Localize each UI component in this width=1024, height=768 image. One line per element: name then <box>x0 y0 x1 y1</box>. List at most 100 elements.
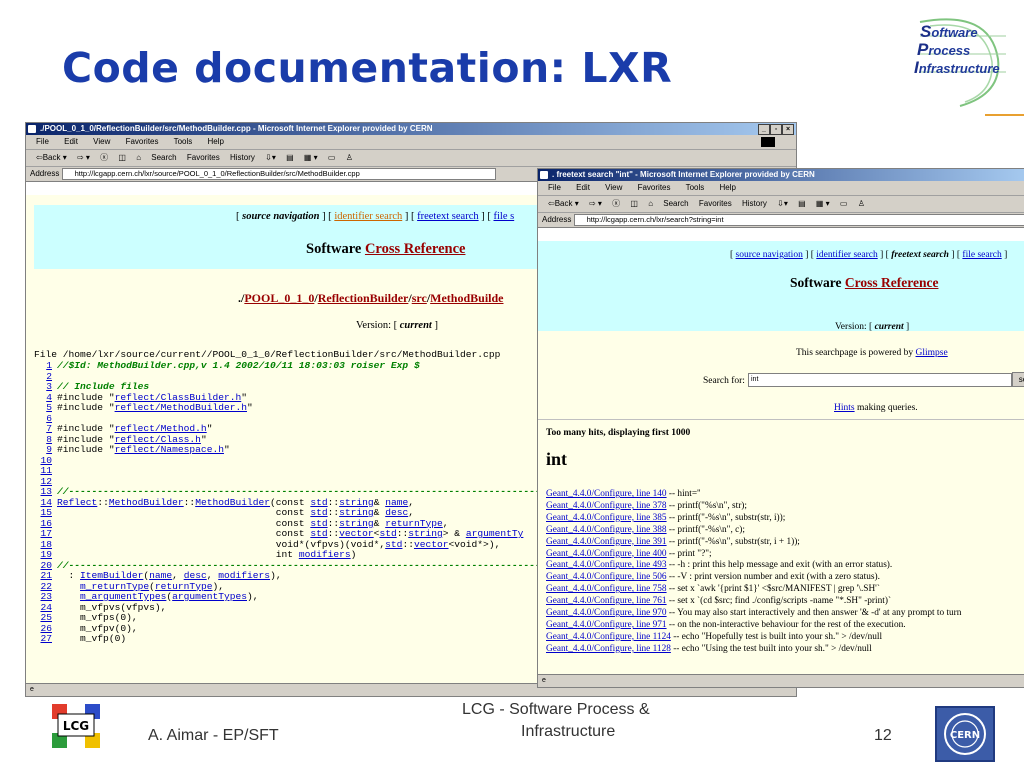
search-button[interactable]: Search <box>151 153 176 162</box>
nav-freetext-search[interactable]: freetext search <box>417 211 479 222</box>
search-result-link[interactable]: Geant_4.4.0/Configure, line 761 <box>546 596 667 606</box>
forward-button[interactable]: ⇨ ▾ <box>77 153 90 162</box>
messenger-icon[interactable]: ♙ <box>346 153 353 162</box>
identifier-link[interactable]: reflect/MethodBuilder.h <box>115 402 247 413</box>
menu-file[interactable]: File <box>36 137 49 146</box>
menu-favorites[interactable]: Favorites <box>126 137 159 146</box>
stop-icon[interactable]: ⓧ <box>612 199 620 208</box>
cross-reference-link[interactable]: Cross Reference <box>365 241 466 257</box>
line-number-link[interactable]: 11 <box>32 465 52 477</box>
edit-icon[interactable]: ▦ ▾ <box>304 153 318 162</box>
menu-tools[interactable]: Tools <box>174 137 193 146</box>
search-result-link[interactable]: Geant_4.4.0/Configure, line 385 <box>546 513 667 523</box>
mail-icon[interactable]: ⇩▾ <box>265 153 276 162</box>
line-number-link[interactable]: 5 <box>32 402 52 414</box>
identifier-link[interactable]: desc <box>184 570 207 581</box>
line-number-link[interactable]: 25 <box>32 612 52 624</box>
line-number-link[interactable]: 19 <box>32 549 52 561</box>
menu-edit[interactable]: Edit <box>64 137 78 146</box>
path-reflectionbuilder[interactable]: ReflectionBuilder <box>318 291 409 305</box>
messenger-icon[interactable]: ♙ <box>858 199 865 208</box>
identifier-link[interactable]: modifiers <box>299 549 351 560</box>
favorites-button[interactable]: Favorites <box>187 153 220 162</box>
window-titlebar[interactable]: . freetext search "int" - Microsoft Inte… <box>538 169 1024 181</box>
window-titlebar[interactable]: ./POOL_0_1_0/ReflectionBuilder/src/Metho… <box>26 123 796 135</box>
close-button[interactable]: × <box>782 124 794 135</box>
refresh-icon[interactable]: ◫ <box>630 199 638 208</box>
discuss-icon[interactable]: ▭ <box>840 199 848 208</box>
browser-window-search[interactable]: . freetext search "int" - Microsoft Inte… <box>537 168 1024 688</box>
print-icon[interactable]: ▤ <box>286 153 294 162</box>
identifier-link[interactable]: m_argumentTypes <box>80 591 166 602</box>
line-number-link[interactable]: 9 <box>32 444 52 456</box>
search-result-link[interactable]: Geant_4.4.0/Configure, line 506 <box>546 572 667 582</box>
maximize-button[interactable]: ▫ <box>770 124 782 135</box>
identifier-link[interactable]: name <box>149 570 172 581</box>
nav-identifier-search[interactable]: identifier search <box>816 250 877 260</box>
cross-reference-link[interactable]: Cross Reference <box>845 275 939 290</box>
identifier-link[interactable]: string <box>408 528 443 539</box>
search-result-link[interactable]: Geant_4.4.0/Configure, line 970 <box>546 608 667 618</box>
search-input[interactable]: int <box>748 373 1012 387</box>
path-src[interactable]: src <box>412 291 427 305</box>
refresh-icon[interactable]: ◫ <box>118 153 126 162</box>
identifier-link[interactable]: vector <box>414 539 449 550</box>
menu-help[interactable]: Help <box>208 137 224 146</box>
nav-file-search[interactable]: file s <box>493 211 514 222</box>
search-result-link[interactable]: Geant_4.4.0/Configure, line 378 <box>546 501 667 511</box>
favorites-button[interactable]: Favorites <box>699 199 732 208</box>
search-result-link[interactable]: Geant_4.4.0/Configure, line 758 <box>546 584 667 594</box>
identifier-link[interactable]: argumentTy <box>466 528 524 539</box>
identifier-link[interactable]: argumentTypes <box>172 591 247 602</box>
line-number-link[interactable]: 21 <box>32 570 52 582</box>
search-result-link[interactable]: Geant_4.4.0/Configure, line 391 <box>546 537 667 547</box>
identifier-link[interactable]: reflect/Namespace.h <box>115 444 224 455</box>
menu-view[interactable]: View <box>93 137 110 146</box>
identifier-link[interactable]: desc <box>385 507 408 518</box>
line-number-link[interactable]: 15 <box>32 507 52 519</box>
search-result-link[interactable]: Geant_4.4.0/Configure, line 971 <box>546 620 667 630</box>
stop-icon[interactable]: ⓧ <box>100 153 108 162</box>
identifier-link[interactable]: reflect/Class.h <box>115 434 201 445</box>
line-number-link[interactable]: 3 <box>32 381 52 393</box>
line-number-link[interactable]: 1 <box>32 360 52 372</box>
back-button[interactable]: ⇦Back ▾ <box>36 153 67 162</box>
identifier-link[interactable]: string <box>339 518 374 529</box>
glimpse-link[interactable]: Glimpse <box>916 348 948 358</box>
back-button[interactable]: ⇦Back ▾ <box>548 199 579 208</box>
version-current[interactable]: current <box>875 322 904 332</box>
line-number-link[interactable]: 17 <box>32 528 52 540</box>
line-number-link[interactable]: 13 <box>32 486 52 498</box>
mail-icon[interactable]: ⇩▾ <box>777 199 788 208</box>
identifier-link[interactable]: MethodBuilder <box>109 497 184 508</box>
search-result-link[interactable]: Geant_4.4.0/Configure, line 400 <box>546 549 667 559</box>
identifier-link[interactable]: name <box>385 497 408 508</box>
home-icon[interactable]: ⌂ <box>648 199 653 208</box>
nav-source-navigation[interactable]: source navigation <box>242 211 319 222</box>
identifier-link[interactable]: MethodBuilder <box>195 497 270 508</box>
menu-view[interactable]: View <box>605 183 622 192</box>
identifier-link[interactable]: string <box>339 507 374 518</box>
identifier-link[interactable]: reflect/Method.h <box>115 423 207 434</box>
search-result-link[interactable]: Geant_4.4.0/Configure, line 493 <box>546 560 667 570</box>
identifier-link[interactable]: std <box>310 518 327 529</box>
minimize-button[interactable]: _ <box>758 124 770 135</box>
identifier-link[interactable]: std <box>310 507 327 518</box>
discuss-icon[interactable]: ▭ <box>328 153 336 162</box>
nav-freetext-search[interactable]: freetext search <box>891 250 949 260</box>
forward-button[interactable]: ⇨ ▾ <box>589 199 602 208</box>
path-pool[interactable]: POOL_0_1_0 <box>244 291 314 305</box>
address-input[interactable]: http://lcgapp.cern.ch/lxr/search?string=… <box>573 213 1024 226</box>
hints-link[interactable]: Hints <box>834 403 855 413</box>
line-number-link[interactable]: 23 <box>32 591 52 603</box>
identifier-link[interactable]: modifiers <box>218 570 270 581</box>
identifier-link[interactable]: Reflect <box>57 497 97 508</box>
menu-favorites[interactable]: Favorites <box>638 183 671 192</box>
nav-file-search[interactable]: file search <box>962 250 1001 260</box>
search-button[interactable]: Search <box>663 199 688 208</box>
identifier-link[interactable]: std <box>379 528 396 539</box>
line-number-link[interactable]: 27 <box>32 633 52 645</box>
line-number-link[interactable]: 7 <box>32 423 52 435</box>
menu-tools[interactable]: Tools <box>686 183 705 192</box>
print-icon[interactable]: ▤ <box>798 199 806 208</box>
